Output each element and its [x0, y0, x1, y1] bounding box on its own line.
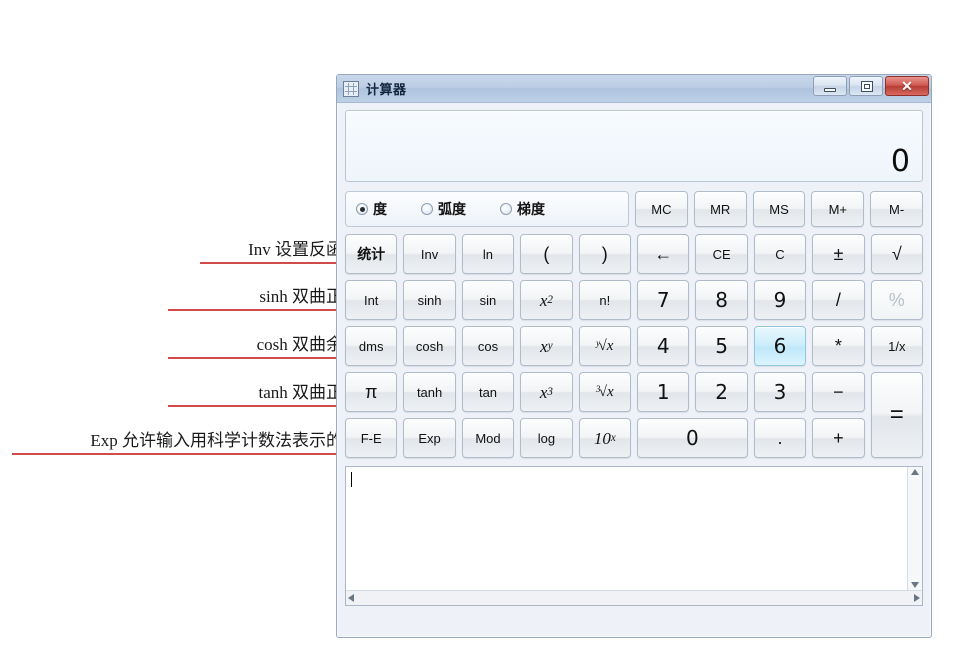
key-equals[interactable]: =: [870, 372, 923, 458]
key-nth-root-radicand: x: [606, 337, 614, 354]
key-nth-root-index: y: [596, 337, 601, 348]
key-decimal[interactable]: .: [753, 418, 807, 458]
key-ln[interactable]: ln: [461, 234, 515, 274]
key-tanh[interactable]: tanh: [403, 372, 456, 412]
minimize-button[interactable]: [813, 76, 847, 96]
radio-icon-gradians: [500, 203, 512, 215]
key-mr[interactable]: MR: [693, 191, 747, 227]
scroll-right-icon[interactable]: [914, 594, 920, 602]
key-percent[interactable]: %: [870, 280, 923, 320]
key-ten-power-x[interactable]: 10 x: [578, 418, 631, 458]
calculator-window: 计算器 ✕ 0 度 弧度 梯度 MC MR MS M+ M- 统计 Inv ln…: [336, 74, 932, 638]
radio-radians[interactable]: 弧度: [421, 199, 466, 219]
key-cosh[interactable]: cosh: [403, 326, 456, 366]
key-0[interactable]: 0: [637, 418, 748, 458]
key-tan[interactable]: tan: [461, 372, 515, 412]
calculator-icon: [343, 80, 359, 97]
key-cube-root-index: 3: [595, 383, 601, 394]
key-plus-minus[interactable]: ±: [812, 234, 865, 274]
key-9[interactable]: 9: [753, 280, 807, 320]
key-m-minus[interactable]: M-: [870, 191, 923, 227]
key-x-power-y-base: x: [540, 336, 548, 356]
calculator-body: 0 度 弧度 梯度 MC MR MS M+ M- 统计 Inv ln () ←…: [337, 103, 931, 614]
radio-gradians[interactable]: 梯度: [500, 199, 545, 219]
key-cube-root-radicand: x: [607, 383, 614, 400]
key-c[interactable]: C: [753, 234, 807, 274]
display-value: 0: [890, 144, 910, 179]
key-ms[interactable]: MS: [752, 191, 806, 227]
annotation-layer: Inv 设置反函数 sinh 双曲正弦 cosh 双曲余弦 tanh 双曲正切 …: [0, 0, 406, 656]
key-x-squared-base: x: [539, 290, 548, 310]
key-exp[interactable]: Exp: [403, 418, 456, 458]
annotation-leader-inv: [200, 262, 348, 264]
history-main: [346, 467, 922, 590]
key-mod[interactable]: Mod: [461, 418, 515, 458]
scroll-down-icon[interactable]: [911, 582, 919, 588]
key-7[interactable]: 7: [637, 280, 690, 320]
key-statistics[interactable]: 统计: [345, 234, 398, 274]
key-1[interactable]: 1: [637, 372, 690, 412]
key-cube-root[interactable]: 3 √ x: [578, 372, 631, 412]
radio-label-degrees: 度: [373, 201, 387, 217]
key-paren-close[interactable]: ): [578, 234, 631, 274]
key-m-plus[interactable]: M+: [811, 191, 865, 227]
mode-row: 度 弧度 梯度 MC MR MS M+ M-: [345, 191, 923, 227]
key-x-power-y[interactable]: xy: [520, 326, 573, 366]
radio-label-radians: 弧度: [438, 201, 466, 217]
key-x-squared[interactable]: x2: [520, 280, 573, 320]
key-4[interactable]: 4: [637, 326, 690, 366]
key-add[interactable]: +: [812, 418, 865, 458]
key-sinh[interactable]: sinh: [403, 280, 456, 320]
scroll-up-icon[interactable]: [911, 469, 919, 475]
key-paren-open[interactable]: (: [520, 234, 573, 274]
memory-button-group: MC MR MS M+ M-: [635, 191, 923, 227]
radio-degrees[interactable]: 度: [356, 199, 387, 219]
key-ten-power-x-base: 10: [593, 428, 611, 448]
history-textarea[interactable]: [346, 467, 907, 590]
key-5[interactable]: 5: [695, 326, 748, 366]
key-inv[interactable]: Inv: [403, 234, 456, 274]
key-reciprocal[interactable]: 1/x: [870, 326, 923, 366]
key-cos[interactable]: cos: [461, 326, 515, 366]
key-nth-root[interactable]: y √ x: [578, 326, 631, 366]
radio-icon-radians: [421, 203, 433, 215]
keypad: 统计 Inv ln ( ) ← CE C ± √ Int sinh sin x2…: [345, 234, 923, 458]
key-x-cubed[interactable]: x3: [520, 372, 573, 412]
display-panel: 0: [345, 110, 923, 182]
text-caret: [351, 472, 352, 487]
history-pane: [345, 466, 923, 606]
radio-label-gradians: 梯度: [517, 201, 545, 217]
vertical-scrollbar[interactable]: [907, 467, 922, 590]
key-8[interactable]: 8: [695, 280, 748, 320]
key-fe[interactable]: F-E: [345, 418, 398, 458]
key-3[interactable]: 3: [753, 372, 807, 412]
radio-icon-degrees: [356, 203, 368, 215]
angle-mode-group: 度 弧度 梯度: [345, 191, 629, 227]
annotation-exp: Exp 允许输入用科学计数法表示的数: [90, 431, 360, 454]
key-backspace[interactable]: ←: [637, 234, 690, 274]
key-sin[interactable]: sin: [461, 280, 515, 320]
scroll-left-icon[interactable]: [348, 594, 354, 602]
key-divide[interactable]: /: [812, 280, 865, 320]
key-6[interactable]: 6: [753, 326, 807, 366]
key-subtract[interactable]: −: [812, 372, 865, 412]
key-dms[interactable]: dms: [345, 326, 398, 366]
horizontal-scrollbar[interactable]: [346, 590, 922, 605]
key-mc[interactable]: MC: [635, 191, 688, 227]
maximize-button[interactable]: [849, 76, 883, 96]
key-int[interactable]: Int: [345, 280, 398, 320]
window-controls: ✕: [813, 76, 929, 96]
key-multiply[interactable]: *: [812, 326, 865, 366]
key-2[interactable]: 2: [695, 372, 748, 412]
key-factorial[interactable]: n!: [578, 280, 631, 320]
key-ce[interactable]: CE: [695, 234, 748, 274]
window-title: 计算器: [366, 82, 407, 97]
key-sqrt[interactable]: √: [870, 234, 923, 274]
title-bar: 计算器 ✕: [337, 75, 931, 103]
key-pi[interactable]: π: [345, 372, 398, 412]
key-log[interactable]: log: [520, 418, 573, 458]
close-icon: ✕: [901, 78, 913, 94]
close-button[interactable]: ✕: [885, 76, 929, 96]
